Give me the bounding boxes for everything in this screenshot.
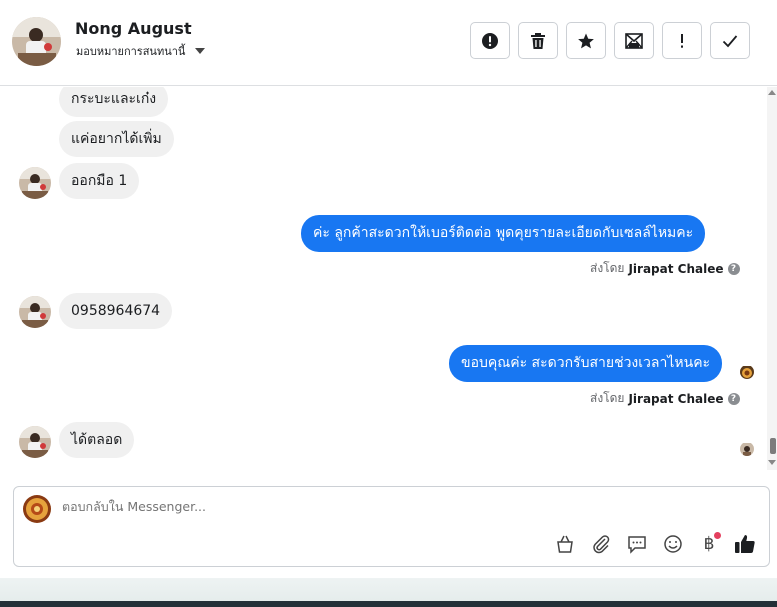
contact-name[interactable]: Nong August bbox=[75, 19, 192, 38]
alert-circle-icon bbox=[482, 32, 498, 49]
reply-input[interactable] bbox=[62, 499, 662, 514]
sent-by-prefix: ส่งโดย bbox=[590, 391, 625, 405]
emoji-button[interactable] bbox=[661, 532, 685, 556]
saved-replies-button[interactable] bbox=[625, 532, 649, 556]
exclamation-icon bbox=[681, 33, 683, 48]
contact-avatar-small bbox=[19, 296, 51, 328]
like-button[interactable] bbox=[733, 532, 757, 556]
mark-unread-button[interactable] bbox=[614, 22, 654, 59]
message-incoming[interactable]: แค่อยากได้เพิ่ม bbox=[59, 121, 174, 157]
message-incoming[interactable]: ได้ตลอด bbox=[59, 422, 135, 458]
taskbar-edge bbox=[0, 601, 777, 607]
bag-icon bbox=[557, 535, 573, 553]
chevron-down-icon bbox=[195, 48, 206, 54]
star-button[interactable] bbox=[566, 22, 606, 59]
sent-by-prefix: ส่งโดย bbox=[590, 261, 625, 275]
trash-icon bbox=[531, 32, 545, 49]
product-button[interactable] bbox=[553, 532, 577, 556]
scroll-down-arrow-icon[interactable] bbox=[768, 460, 776, 465]
follow-up-button[interactable] bbox=[662, 22, 702, 59]
composer-toolbar: ฿ bbox=[553, 532, 757, 556]
sent-by-agent[interactable]: Jirapat Chalee bbox=[628, 392, 723, 406]
attach-button[interactable] bbox=[589, 532, 613, 556]
info-icon[interactable]: ? bbox=[727, 392, 740, 405]
spam-button[interactable] bbox=[470, 22, 510, 59]
sent-by-label: ส่งโดย Jirapat Chalee ? bbox=[590, 389, 740, 408]
baht-icon: ฿ bbox=[703, 534, 715, 554]
info-icon[interactable]: ? bbox=[727, 262, 740, 275]
seen-avatar-icon bbox=[740, 442, 754, 456]
scrollbar-thumb[interactable] bbox=[770, 438, 776, 454]
contact-avatar-small bbox=[19, 167, 51, 199]
message-outgoing[interactable]: ขอบคุณค่ะ สะดวกรับสายช่วงเวลาไหนคะ bbox=[449, 345, 723, 382]
page-avatar bbox=[23, 495, 51, 523]
thumbs-up-icon bbox=[735, 535, 755, 553]
message-incoming[interactable]: ออกมือ 1 bbox=[59, 163, 140, 199]
message-thread: กระบะและเก๋ง แค่อยากได้เพิ่ม ออกมือ 1 ค่… bbox=[0, 87, 767, 476]
check-icon bbox=[722, 34, 738, 47]
message-outgoing[interactable]: ค่ะ ลูกค้าสะดวกให้เบอร์ติดต่อ พูดคุยรายล… bbox=[301, 215, 706, 252]
message-incoming[interactable]: กระบะและเก๋ง bbox=[59, 87, 169, 117]
sent-by-label: ส่งโดย Jirapat Chalee ? bbox=[590, 259, 740, 278]
payment-button[interactable]: ฿ bbox=[697, 532, 721, 556]
reply-composer: ฿ bbox=[13, 486, 770, 567]
mark-unread-icon bbox=[625, 32, 643, 49]
scroll-up-arrow-icon[interactable] bbox=[768, 90, 776, 95]
assign-label: มอบหมายการสนทนานี้ bbox=[76, 45, 186, 58]
messenger-conversation: Nong August มอบหมายการสนทนานี้ กระบะและเ… bbox=[0, 0, 777, 607]
delete-button[interactable] bbox=[518, 22, 558, 59]
assign-conversation-dropdown[interactable]: มอบหมายการสนทนานี้ bbox=[76, 42, 206, 60]
notification-dot bbox=[714, 532, 721, 539]
contact-avatar-small bbox=[19, 426, 51, 458]
chat-bubble-icon bbox=[628, 536, 646, 554]
conversation-header: Nong August มอบหมายการสนทนานี้ bbox=[0, 0, 777, 86]
seen-avatar-icon bbox=[740, 365, 754, 379]
star-icon bbox=[578, 33, 594, 48]
thread-scrollbar[interactable] bbox=[767, 87, 777, 470]
paperclip-icon bbox=[593, 535, 610, 554]
contact-avatar[interactable] bbox=[12, 17, 61, 66]
conversation-actions bbox=[470, 22, 750, 59]
sent-by-agent[interactable]: Jirapat Chalee bbox=[628, 262, 723, 276]
mark-done-button[interactable] bbox=[710, 22, 750, 59]
message-incoming[interactable]: 0958964674 bbox=[59, 293, 173, 329]
emoji-icon bbox=[664, 535, 682, 553]
